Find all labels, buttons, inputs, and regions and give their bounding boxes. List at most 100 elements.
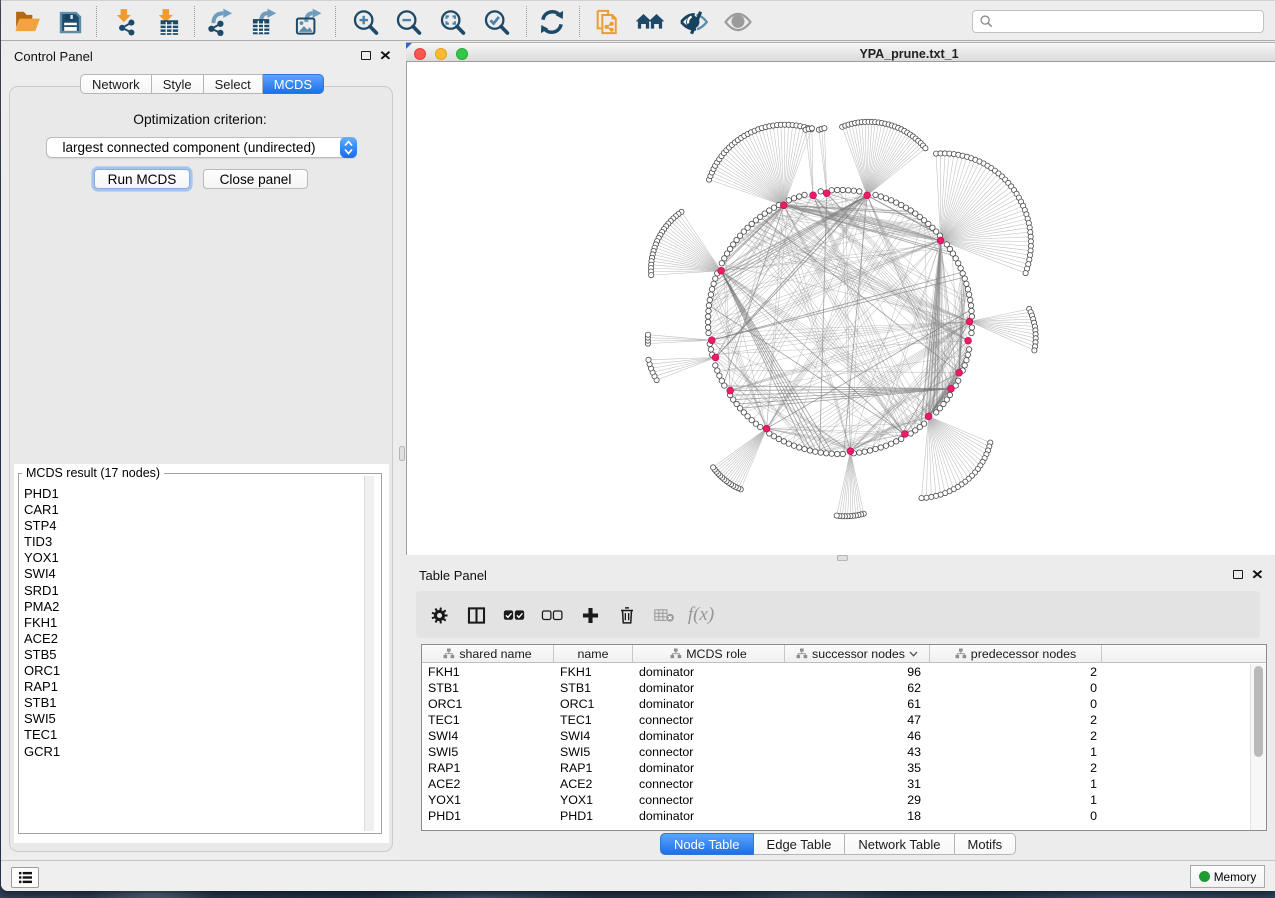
table-settings-button[interactable] (427, 604, 451, 626)
zoom-out-button[interactable] (393, 7, 423, 37)
column-header-MCDS-role[interactable]: MCDS role (633, 645, 785, 662)
tab-network[interactable]: Network (80, 74, 152, 94)
mcds-node-item[interactable]: FKH1 (24, 615, 369, 631)
column-header-predecessor-nodes[interactable]: predecessor nodes (930, 645, 1102, 662)
zoom-selected-button[interactable] (481, 7, 511, 37)
new-network-from-selection-button[interactable] (592, 7, 622, 37)
tab-select[interactable]: Select (204, 74, 263, 94)
run-mcds-button[interactable]: Run MCDS (94, 169, 190, 189)
show-all-button[interactable] (723, 7, 753, 37)
mcds-node-item[interactable]: STB5 (24, 647, 369, 663)
table-row[interactable]: RAP1RAP1dominator352 (422, 760, 1250, 776)
mcds-node-item[interactable]: ORC1 (24, 663, 369, 679)
horizontal-splitter[interactable] (406, 555, 1275, 562)
column-header-filler (1102, 645, 1266, 662)
table-row[interactable]: SWI5SWI5connector431 (422, 744, 1250, 760)
tab-network-table[interactable]: Network Table (845, 833, 954, 855)
network-window-titlebar[interactable]: YPA_prune.txt_1 (406, 42, 1275, 62)
export-image-button[interactable] (293, 7, 323, 37)
close-panel-button[interactable]: Close panel (203, 169, 308, 189)
tab-node-table[interactable]: Node Table (660, 833, 754, 855)
cell-name: ACE2 (554, 776, 633, 792)
add-column-button[interactable] (578, 604, 602, 626)
tab-edge-table[interactable]: Edge Table (754, 833, 846, 855)
cell-MCDS-role: dominator (633, 696, 785, 712)
mcds-node-item[interactable]: TEC1 (24, 727, 369, 743)
table-row[interactable]: FKH1FKH1dominator962 (422, 664, 1250, 680)
delete-column-button[interactable] (615, 604, 639, 626)
search-input[interactable] (994, 15, 1263, 29)
tab-mcds[interactable]: MCDS (263, 74, 324, 94)
table-scrollbar[interactable] (1250, 664, 1266, 830)
status-menu-button[interactable] (11, 867, 39, 888)
cell-MCDS-role: dominator (633, 680, 785, 696)
zoom-in-icon (351, 8, 380, 37)
mcds-result-list[interactable]: PHD1CAR1STP4TID3YOX1SWI4SRD1PMA2FKH1ACE2… (24, 486, 369, 831)
mcds-node-item[interactable]: STB1 (24, 695, 369, 711)
unchecked-boxes-icon (541, 609, 563, 622)
export-network-button[interactable] (206, 7, 236, 37)
mcds-node-item[interactable]: PMA2 (24, 599, 369, 615)
mcds-list-scrollbar[interactable] (364, 476, 374, 831)
scrollbar-thumb[interactable] (1254, 666, 1263, 757)
function-builder-button[interactable]: f(x) (689, 604, 713, 626)
mcds-node-item[interactable]: CAR1 (24, 502, 369, 518)
table-row[interactable]: STB1STB1dominator620 (422, 680, 1250, 696)
column-header-shared-name[interactable]: shared name (422, 645, 554, 662)
close-panel-icon[interactable]: ✕ (1251, 570, 1264, 579)
splitter-grip[interactable] (837, 555, 848, 561)
table-row[interactable]: ACE2ACE2connector311 (422, 776, 1250, 792)
export-table-button[interactable] (249, 7, 279, 37)
tab-motifs[interactable]: Motifs (955, 833, 1017, 855)
mcds-result-panel: MCDS result (17 nodes) PHD1CAR1STP4TID3Y… (14, 464, 389, 843)
mcds-node-item[interactable]: RAP1 (24, 679, 369, 695)
mcds-node-item[interactable]: GCR1 (24, 744, 369, 760)
table-toolbar: f(x) (416, 591, 1260, 638)
zoom-in-button[interactable] (350, 7, 380, 37)
apply-layout-button[interactable] (537, 7, 567, 37)
cell-successor-nodes: 62 (785, 680, 930, 696)
search-box[interactable] (972, 10, 1264, 33)
table-row[interactable]: ORC1ORC1dominator610 (422, 696, 1250, 712)
table-row[interactable]: YOX1YOX1connector291 (422, 792, 1250, 808)
column-header-name[interactable]: name (554, 645, 633, 662)
table-row[interactable]: PHD1PHD1dominator180 (422, 808, 1250, 824)
mcds-node-item[interactable]: SRD1 (24, 583, 369, 599)
deselect-all-rows-button[interactable] (540, 604, 564, 626)
float-panel-icon[interactable] (361, 51, 371, 60)
open-folder-icon (14, 8, 42, 36)
import-network-button[interactable] (110, 7, 140, 37)
mcds-node-item[interactable]: SWI5 (24, 711, 369, 727)
hide-selected-button[interactable] (679, 7, 709, 37)
mcds-node-item[interactable]: STP4 (24, 518, 369, 534)
open-file-button[interactable] (13, 7, 43, 37)
mcds-node-item[interactable]: YOX1 (24, 550, 369, 566)
close-panel-icon[interactable]: ✕ (379, 51, 392, 60)
tab-style[interactable]: Style (152, 74, 204, 94)
save-session-button[interactable] (55, 7, 85, 37)
delete-table-button[interactable] (652, 604, 676, 626)
mcds-node-item[interactable]: PHD1 (24, 486, 369, 502)
mcds-node-item[interactable]: ACE2 (24, 631, 369, 647)
network-canvas[interactable] (406, 62, 1275, 555)
mcds-node-item[interactable]: TID3 (24, 534, 369, 550)
split-panel-button[interactable] (464, 604, 488, 626)
criterion-select[interactable]: largest connected component (undirected) (46, 137, 357, 158)
desktop-background: Control Panel ✕ NetworkStyleSelectMCDS O… (0, 0, 1275, 898)
select-all-rows-button[interactable] (502, 604, 526, 626)
chevron-down-icon[interactable] (909, 651, 918, 657)
column-label: shared name (459, 647, 531, 661)
zoom-fit-button[interactable] (437, 7, 467, 37)
splitter-grip[interactable] (399, 446, 405, 461)
first-neighbors-button[interactable] (635, 7, 665, 37)
memory-button[interactable]: Memory (1190, 865, 1265, 888)
import-table-button[interactable] (152, 7, 182, 37)
column-header-successor-nodes[interactable]: successor nodes (785, 645, 930, 662)
network-graph[interactable] (407, 62, 1275, 555)
table-row[interactable]: SWI4SWI4dominator462 (422, 728, 1250, 744)
table-panel-title: Table Panel (419, 568, 487, 583)
table-row[interactable]: TEC1TEC1connector472 (422, 712, 1250, 728)
float-panel-icon[interactable] (1233, 570, 1243, 579)
vertical-splitter[interactable] (399, 42, 406, 859)
mcds-node-item[interactable]: SWI4 (24, 566, 369, 582)
